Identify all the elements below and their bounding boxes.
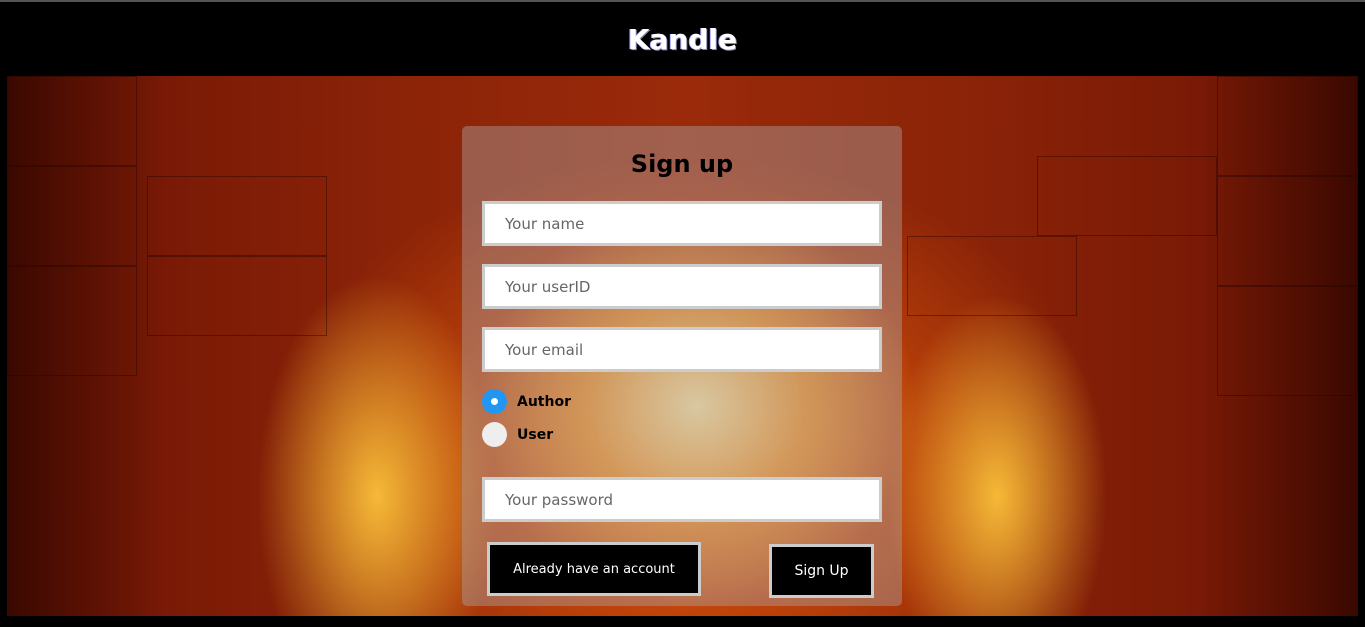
signup-button[interactable]: Sign Up bbox=[769, 544, 874, 598]
radio-unselected-icon[interactable] bbox=[482, 422, 507, 447]
signup-title: Sign up bbox=[630, 150, 734, 178]
role-radio-user[interactable]: User bbox=[482, 422, 553, 447]
role-label-author: Author bbox=[517, 393, 571, 410]
signup-card: Sign up Author User Already have an acco… bbox=[462, 126, 902, 606]
password-input[interactable] bbox=[482, 477, 882, 522]
radio-selected-icon[interactable] bbox=[482, 389, 507, 414]
email-input[interactable] bbox=[482, 327, 882, 372]
already-have-account-button[interactable]: Already have an account bbox=[487, 542, 701, 596]
brand-logo: Kandle bbox=[627, 22, 738, 56]
site-header: Kandle bbox=[0, 2, 1365, 76]
role-label-user: User bbox=[517, 426, 554, 443]
name-input[interactable] bbox=[482, 201, 882, 246]
role-radio-author[interactable]: Author bbox=[482, 389, 571, 414]
userid-input[interactable] bbox=[482, 264, 882, 309]
